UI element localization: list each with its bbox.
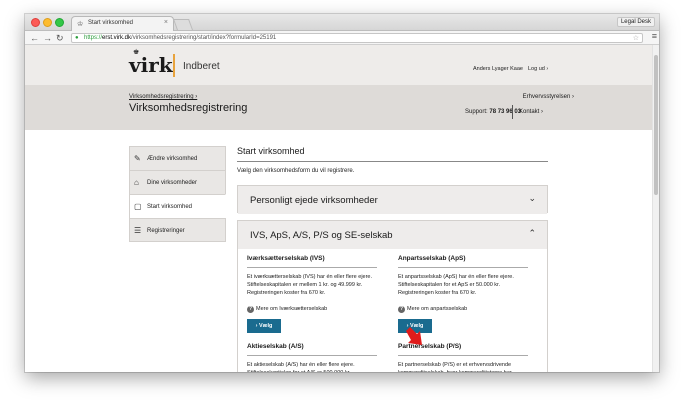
breadcrumb[interactable]: Virksomhedsregistrering › [129, 94, 197, 100]
site-header: ♚ virk Indberet Anders Lyager Kaae Log u… [25, 45, 652, 85]
zoom-window-button[interactable] [55, 18, 64, 27]
browser-toolbar: ← → ↻ ● https://erst.virk.dk/virksomhedsr… [25, 31, 659, 45]
card-divider [398, 355, 528, 356]
card-divider [247, 267, 377, 268]
annotation-arrow-icon [406, 327, 422, 345]
chevron-down-icon[interactable]: ⌄ [528, 193, 536, 204]
content-title: Start virksomhed [237, 146, 305, 156]
user-name: Anders Lyager Kaae [473, 66, 523, 72]
chevron-up-icon[interactable]: ⌃ [528, 228, 536, 239]
sidebar-item-label: Registreringer [147, 228, 185, 234]
edit-icon: ✎ [134, 154, 141, 163]
card-ps: Partnerselskab (P/S) Et partnerselskab (… [398, 343, 528, 372]
site-subheader [25, 85, 652, 130]
browser-tab[interactable]: ♔ Start virksomhed × [71, 16, 174, 31]
page-scrollbar[interactable] [652, 45, 659, 372]
card-aps: Anpartsselskab (ApS) Et anpartsselskab (… [398, 255, 528, 333]
url-scheme: https:// [84, 35, 103, 41]
card-divider [398, 267, 528, 268]
factory-icon: ⌂ [134, 178, 139, 187]
card-title: Anpartsselskab (ApS) [398, 255, 466, 262]
list-icon: ☰ [134, 226, 142, 235]
minimize-window-button[interactable] [43, 18, 52, 27]
accordion-personligt-ejede[interactable]: Personligt ejede virksomheder ⌄ [237, 185, 548, 214]
card-divider [247, 355, 377, 356]
support-divider [512, 105, 513, 119]
accordion-selskaber: IVS, ApS, A/S, P/S og SE-selskab ⌃ Iværk… [237, 220, 548, 372]
accordion-header[interactable]: IVS, ApS, A/S, P/S og SE-selskab ⌃ [238, 221, 547, 249]
browser-window: ♔ Start virksomhed × Legal Desk ← → ↻ ● h… [25, 14, 659, 372]
choose-ivs-button[interactable]: › Vælg [247, 319, 281, 333]
crown-favicon-icon: ♔ [77, 21, 84, 28]
agency-link[interactable]: Erhvervsstyrelsen › [523, 94, 574, 100]
accordion-title: Personligt ejede virksomheder [250, 195, 378, 206]
card-text: Et anpartsselskab (ApS) har én eller fle… [398, 274, 514, 296]
new-document-icon: ▢ [134, 202, 142, 211]
tab-title: Start virksomhed [88, 20, 134, 26]
browser-tab-bar: ♔ Start virksomhed × Legal Desk [25, 14, 659, 31]
sidebar-item-label: Start virksomhed [147, 204, 193, 210]
card-title: Aktieselskab (A/S) [247, 343, 304, 350]
lock-icon: ● [75, 35, 79, 41]
new-tab-button[interactable] [172, 19, 194, 30]
accordion-title: IVS, ApS, A/S, P/S og SE-selskab [250, 230, 393, 241]
forward-icon[interactable]: → [43, 32, 52, 44]
url-path: /virksomhedsregistrering/start/index?for… [131, 35, 277, 41]
sidebar-item-start-virksomhed[interactable]: ▢ Start virksomhed [129, 194, 226, 218]
back-icon[interactable]: ← [30, 32, 39, 44]
content-subtitle: Vælg den virksomhedsform du vil registre… [237, 168, 355, 174]
sidebar: ✎ Ændre virksomhed ⌂ Dine virksomheder ▢… [129, 146, 226, 242]
more-info-link[interactable]: ? Mere om Iværksætterselskab [247, 306, 377, 314]
browser-menu-icon[interactable]: ≡ [652, 31, 657, 41]
title-divider [237, 161, 548, 162]
url-host: erst.virk.dk [102, 35, 132, 41]
sidebar-item-registreringer[interactable]: ☰ Registreringer [129, 218, 226, 242]
sidebar-item-label: Dine virksomheder [147, 180, 198, 186]
more-info-link[interactable]: ? Mere om anpartsselskab [398, 306, 528, 314]
logo-divider [173, 54, 175, 77]
logout-link[interactable]: Log ud › [528, 66, 548, 72]
sidebar-item-aendre-virksomhed[interactable]: ✎ Ændre virksomhed [129, 146, 226, 170]
contact-link[interactable]: Kontakt › [519, 109, 543, 115]
virk-logo[interactable]: virk [129, 53, 173, 77]
reload-icon[interactable]: ↻ [56, 32, 64, 44]
page-title: Virksomhedsregistrering [129, 102, 248, 114]
card-ivs: Iværksætterselskab (IVS) Et iværksætters… [247, 255, 377, 333]
accordion-header[interactable]: Personligt ejede virksomheder ⌄ [238, 186, 547, 214]
web-page: ♚ virk Indberet Anders Lyager Kaae Log u… [25, 45, 652, 372]
card-text: Et iværksætterselskab (IVS) har én eller… [247, 274, 373, 296]
sidebar-item-dine-virksomheder[interactable]: ⌂ Dine virksomheder [129, 170, 226, 194]
card-as: Aktieselskab (A/S) Et aktieselskab (A/S)… [247, 343, 377, 372]
close-window-button[interactable] [31, 18, 40, 27]
card-title: Iværksætterselskab (IVS) [247, 255, 325, 262]
address-bar[interactable]: ● https://erst.virk.dk/virksomhedsregistr… [71, 33, 643, 43]
bookmark-star-icon[interactable]: ☆ [633, 34, 639, 42]
sidebar-item-label: Ændre virksomhed [147, 156, 198, 162]
section-name: Indberet [183, 61, 220, 72]
screenshot-stage: ♔ Start virksomhed × Legal Desk ← → ↻ ● h… [0, 0, 684, 407]
question-icon: ? [398, 306, 405, 313]
profile-button[interactable]: Legal Desk [616, 17, 655, 27]
card-text: Et partnerselskab (P/S) er et erhvervsdr… [398, 362, 512, 372]
close-tab-icon[interactable]: × [164, 19, 168, 26]
scrollbar-thumb[interactable] [654, 55, 658, 195]
card-text: Et aktieselskab (A/S) har én eller flere… [247, 362, 355, 372]
question-icon: ? [247, 306, 254, 313]
